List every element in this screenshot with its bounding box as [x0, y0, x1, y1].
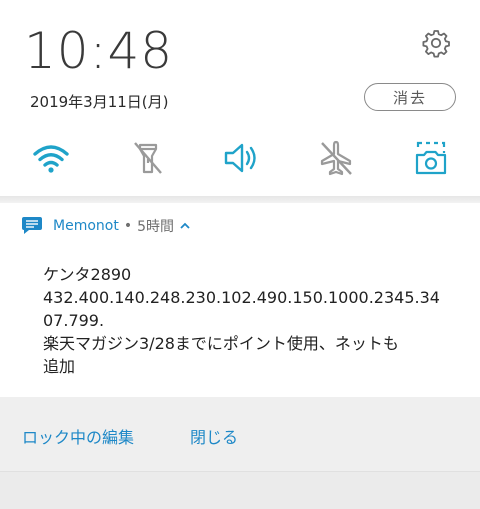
notification-body: ケンタ2890 432.400.140.248.230.102.490.150.… [43, 263, 463, 378]
close-button[interactable]: 閉じる [190, 424, 238, 448]
body-line: 追加 [43, 357, 76, 376]
screenshot-tile[interactable] [407, 134, 455, 182]
next-notification-edge [0, 471, 480, 509]
notification-header[interactable]: Memonot • 5時間 [20, 215, 190, 237]
clock: 10:48 [24, 22, 174, 80]
date: 2019年3月11日(月) [30, 93, 169, 111]
body-line: 07.799. [43, 311, 105, 330]
body-line: 楽天マガジン3/28までにポイント使用、ネットも [43, 334, 399, 353]
panel-divider [0, 196, 480, 203]
clear-all-button[interactable]: 消去 [364, 83, 456, 111]
edit-on-lock-button[interactable]: ロック中の編集 [22, 424, 134, 448]
quick-settings-panel: 10:48 2019年3月11日(月) 消去 [0, 0, 480, 203]
airplane-mode-tile[interactable] [312, 134, 360, 182]
settings-gear-icon[interactable] [421, 28, 451, 58]
chevron-up-icon[interactable] [180, 222, 190, 230]
notification-actions: ロック中の編集 閉じる [0, 397, 480, 471]
volume-icon [224, 143, 256, 173]
notification-time: 5時間 [137, 219, 175, 235]
flashlight-off-icon [134, 142, 162, 174]
header-separator: • [123, 218, 133, 234]
body-line: ケンタ2890 [43, 265, 132, 284]
wifi-tile[interactable] [27, 134, 75, 182]
notification-app-name: Memonot [53, 218, 119, 234]
sound-tile[interactable] [217, 134, 265, 182]
memo-chat-icon [22, 217, 42, 234]
notification-card[interactable]: Memonot • 5時間 ケンタ2890 432.400.140.248.23… [0, 203, 480, 397]
wifi-icon [33, 145, 69, 173]
flashlight-tile[interactable] [124, 134, 172, 182]
body-line: 432.400.140.248.230.102.490.150.1000.234… [43, 288, 440, 307]
screenshot-icon [415, 141, 447, 175]
airplane-off-icon [320, 140, 352, 176]
